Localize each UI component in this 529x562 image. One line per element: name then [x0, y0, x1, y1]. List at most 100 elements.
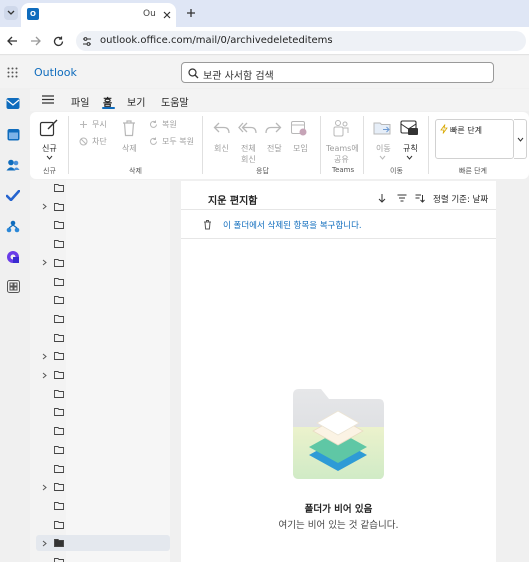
- reload-icon[interactable]: [51, 34, 65, 48]
- delete-label[interactable]: 삭제: [122, 143, 137, 154]
- folder-tree-item[interactable]: [36, 404, 170, 420]
- quick-steps-box[interactable]: 빠른 단계: [435, 119, 514, 159]
- folder-icon: [53, 407, 64, 417]
- new-mail-icon[interactable]: [38, 117, 60, 139]
- site-settings-icon[interactable]: [81, 35, 93, 47]
- restore-all-label[interactable]: 모두 복원: [162, 136, 194, 147]
- folder-tree-item[interactable]: [36, 367, 170, 383]
- meeting-label[interactable]: 모임: [293, 143, 308, 154]
- folder-tree-item[interactable]: [36, 274, 170, 290]
- url-text: outlook.office.com/mail/0/archivedeleted…: [100, 35, 333, 46]
- todo-app-icon[interactable]: [5, 187, 21, 203]
- folder-tree-item[interactable]: [36, 236, 170, 252]
- expand-chevron-icon[interactable]: [40, 352, 48, 360]
- teams-label-1[interactable]: Teams에: [326, 143, 359, 154]
- folder-title: 지운 편지함: [208, 196, 258, 207]
- folder-tree-item[interactable]: [36, 348, 170, 364]
- expand-chevron-icon[interactable]: [40, 371, 48, 379]
- search-input[interactable]: 보관 사서함 검색: [181, 62, 494, 83]
- move-dropdown-chevron-icon[interactable]: [378, 154, 386, 160]
- ignore-label[interactable]: 무시: [92, 119, 107, 130]
- restore-label[interactable]: 복원: [162, 119, 177, 130]
- ignore-icon[interactable]: [78, 119, 88, 129]
- restore-all-icon[interactable]: [148, 136, 158, 146]
- rules-icon[interactable]: [399, 119, 419, 137]
- rules-label[interactable]: 규칙: [403, 143, 418, 154]
- folder-tree-item[interactable]: [36, 517, 170, 533]
- tab-title: Ou: [143, 9, 156, 19]
- new-tab-icon[interactable]: [184, 6, 198, 20]
- tab-file[interactable]: 파일: [71, 94, 89, 109]
- quick-steps-chevron-icon[interactable]: [516, 136, 524, 142]
- browser-tab[interactable]: O Ou: [21, 3, 176, 27]
- people-app-icon[interactable]: [5, 157, 21, 173]
- quick-steps-label[interactable]: 빠른 단계: [450, 125, 482, 136]
- move-folder-icon[interactable]: [372, 119, 392, 137]
- url-field[interactable]: outlook.office.com/mail/0/archivedeleted…: [76, 31, 526, 51]
- restore-icon[interactable]: [148, 119, 158, 129]
- expand-chevron-icon[interactable]: [40, 203, 48, 211]
- calendar-app-icon[interactable]: [5, 126, 21, 142]
- close-tab-icon[interactable]: [161, 9, 173, 21]
- folder-tree-item[interactable]: [36, 423, 170, 439]
- new-dropdown-chevron-icon[interactable]: [45, 154, 53, 160]
- filter-icon[interactable]: [396, 193, 407, 203]
- block-label[interactable]: 차단: [92, 136, 107, 147]
- expand-chevron-icon[interactable]: [40, 483, 48, 491]
- folder-tree-item[interactable]: [36, 498, 170, 514]
- sort-label[interactable]: 정렬 기준: 날짜: [433, 193, 488, 205]
- forward-icon[interactable]: [28, 34, 42, 48]
- folder-tree-item[interactable]: [36, 311, 170, 327]
- ribbon-divider: [202, 116, 203, 174]
- block-icon[interactable]: [78, 136, 88, 146]
- quick-steps-dropdown[interactable]: [514, 119, 527, 159]
- more-apps-icon[interactable]: [5, 278, 21, 294]
- teams-label-2[interactable]: 공유: [334, 154, 349, 165]
- move-label[interactable]: 이동: [376, 143, 391, 154]
- folder-tree-item[interactable]: [36, 479, 170, 495]
- loop-app-icon[interactable]: [5, 249, 21, 265]
- teams-share-icon[interactable]: [331, 118, 351, 138]
- tab-list-chevron-icon[interactable]: [4, 6, 18, 20]
- meeting-icon[interactable]: [290, 119, 308, 137]
- forward-mail-icon[interactable]: [264, 119, 282, 137]
- folder-icon: [53, 333, 64, 343]
- sort-direction-icon[interactable]: [377, 192, 387, 204]
- group-respond-label: 응답: [256, 167, 269, 175]
- tab-view[interactable]: 보기: [127, 94, 145, 109]
- folder-tree-item[interactable]: [36, 535, 170, 552]
- folder-tree-item[interactable]: [36, 292, 170, 308]
- folder-tree-item[interactable]: [36, 330, 170, 346]
- expand-chevron-icon[interactable]: [40, 539, 48, 547]
- folder-tree-item[interactable]: [36, 255, 170, 271]
- folder-tree-item[interactable]: [36, 217, 170, 233]
- folder-tree-item[interactable]: [36, 461, 170, 477]
- forward-label[interactable]: 전달: [267, 143, 282, 154]
- folder-tree-item[interactable]: [36, 386, 170, 402]
- app-name[interactable]: Outlook: [34, 66, 77, 79]
- folder-tree-item[interactable]: [36, 554, 170, 562]
- app-launcher-icon[interactable]: [6, 66, 18, 78]
- folder-tree-item[interactable]: [36, 180, 170, 196]
- org-explorer-icon[interactable]: [5, 218, 21, 234]
- tab-help[interactable]: 도움말: [161, 94, 189, 109]
- hamburger-menu-icon[interactable]: [41, 93, 55, 105]
- folder-tree-item[interactable]: [36, 199, 170, 215]
- new-button-label[interactable]: 신규: [42, 143, 57, 154]
- reply-all-label-2[interactable]: 회신: [241, 154, 256, 165]
- rules-dropdown-chevron-icon[interactable]: [405, 154, 413, 160]
- folder-tree-item[interactable]: [36, 442, 170, 458]
- folder-icon: [53, 538, 64, 548]
- folder-icon: [53, 426, 64, 436]
- back-icon[interactable]: [5, 34, 19, 48]
- reply-label[interactable]: 회신: [214, 143, 229, 154]
- reply-icon[interactable]: [212, 119, 230, 137]
- mail-app-icon[interactable]: [5, 95, 21, 111]
- delete-icon[interactable]: [120, 118, 138, 138]
- reply-all-icon[interactable]: [237, 119, 257, 137]
- sort-icon[interactable]: [414, 193, 425, 203]
- recover-items-icon[interactable]: [201, 218, 213, 230]
- recover-items-link[interactable]: 이 폴더에서 삭제된 항목을 복구합니다.: [223, 219, 362, 231]
- reply-all-label-1[interactable]: 전체: [241, 143, 256, 154]
- expand-chevron-icon[interactable]: [40, 259, 48, 267]
